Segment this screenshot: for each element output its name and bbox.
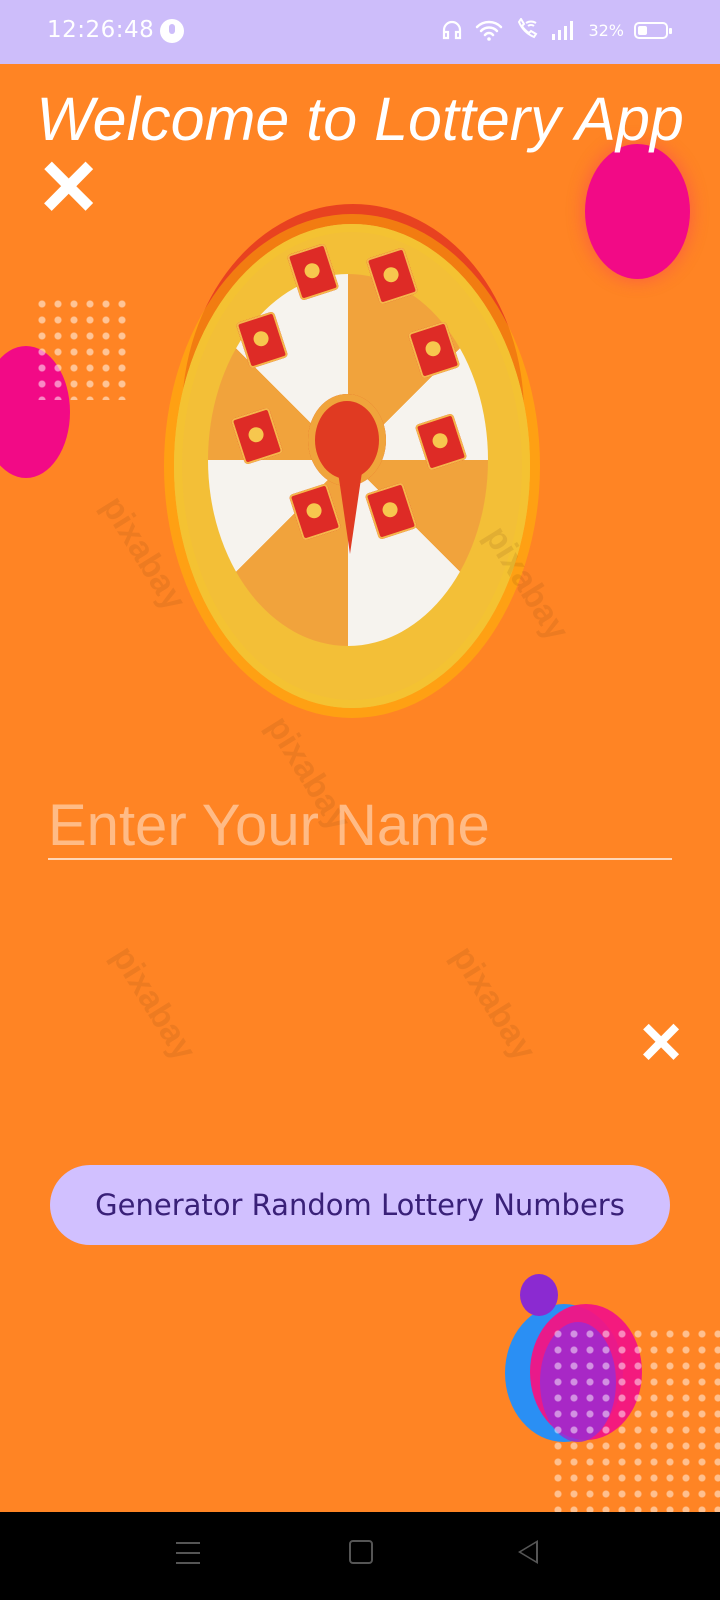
name-input[interactable] [48, 792, 672, 860]
signal-icon [552, 21, 574, 40]
decorative-dots [34, 296, 126, 400]
wheel-pointer-icon [338, 472, 362, 554]
status-bar: 12:26:48 32% [0, 0, 720, 64]
decorative-dots [550, 1326, 720, 1512]
wifi-calling-icon [518, 18, 538, 39]
lottery-screen: × pixabay pixabay pixabay pixabay pixaba… [0, 64, 720, 1512]
status-icons: 32% [440, 18, 672, 42]
headset-icon [443, 20, 462, 40]
decorative-x-icon: × [640, 1002, 683, 1082]
watermark-logo: pixabay [104, 939, 204, 1067]
battery-percent: 32% [588, 20, 624, 40]
decorative-pink-circle [585, 144, 690, 279]
menu-icon[interactable] [176, 1542, 200, 1564]
generate-lottery-numbers-button[interactable]: Generator Random Lottery Numbers [50, 1165, 670, 1245]
battery-icon [634, 21, 672, 39]
status-time: 12:26:48 [47, 17, 155, 43]
app-notification-icon [160, 19, 184, 43]
home-icon[interactable] [349, 1540, 373, 1564]
watermark-logo: pixabay [444, 939, 544, 1067]
decorative-purple-circle [520, 1274, 558, 1316]
page-title: Welcome to Lottery App [36, 85, 684, 153]
back-icon[interactable] [518, 1540, 538, 1564]
navigation-bar [0, 1512, 720, 1600]
wifi-icon [476, 20, 503, 41]
name-input-container [48, 792, 672, 926]
